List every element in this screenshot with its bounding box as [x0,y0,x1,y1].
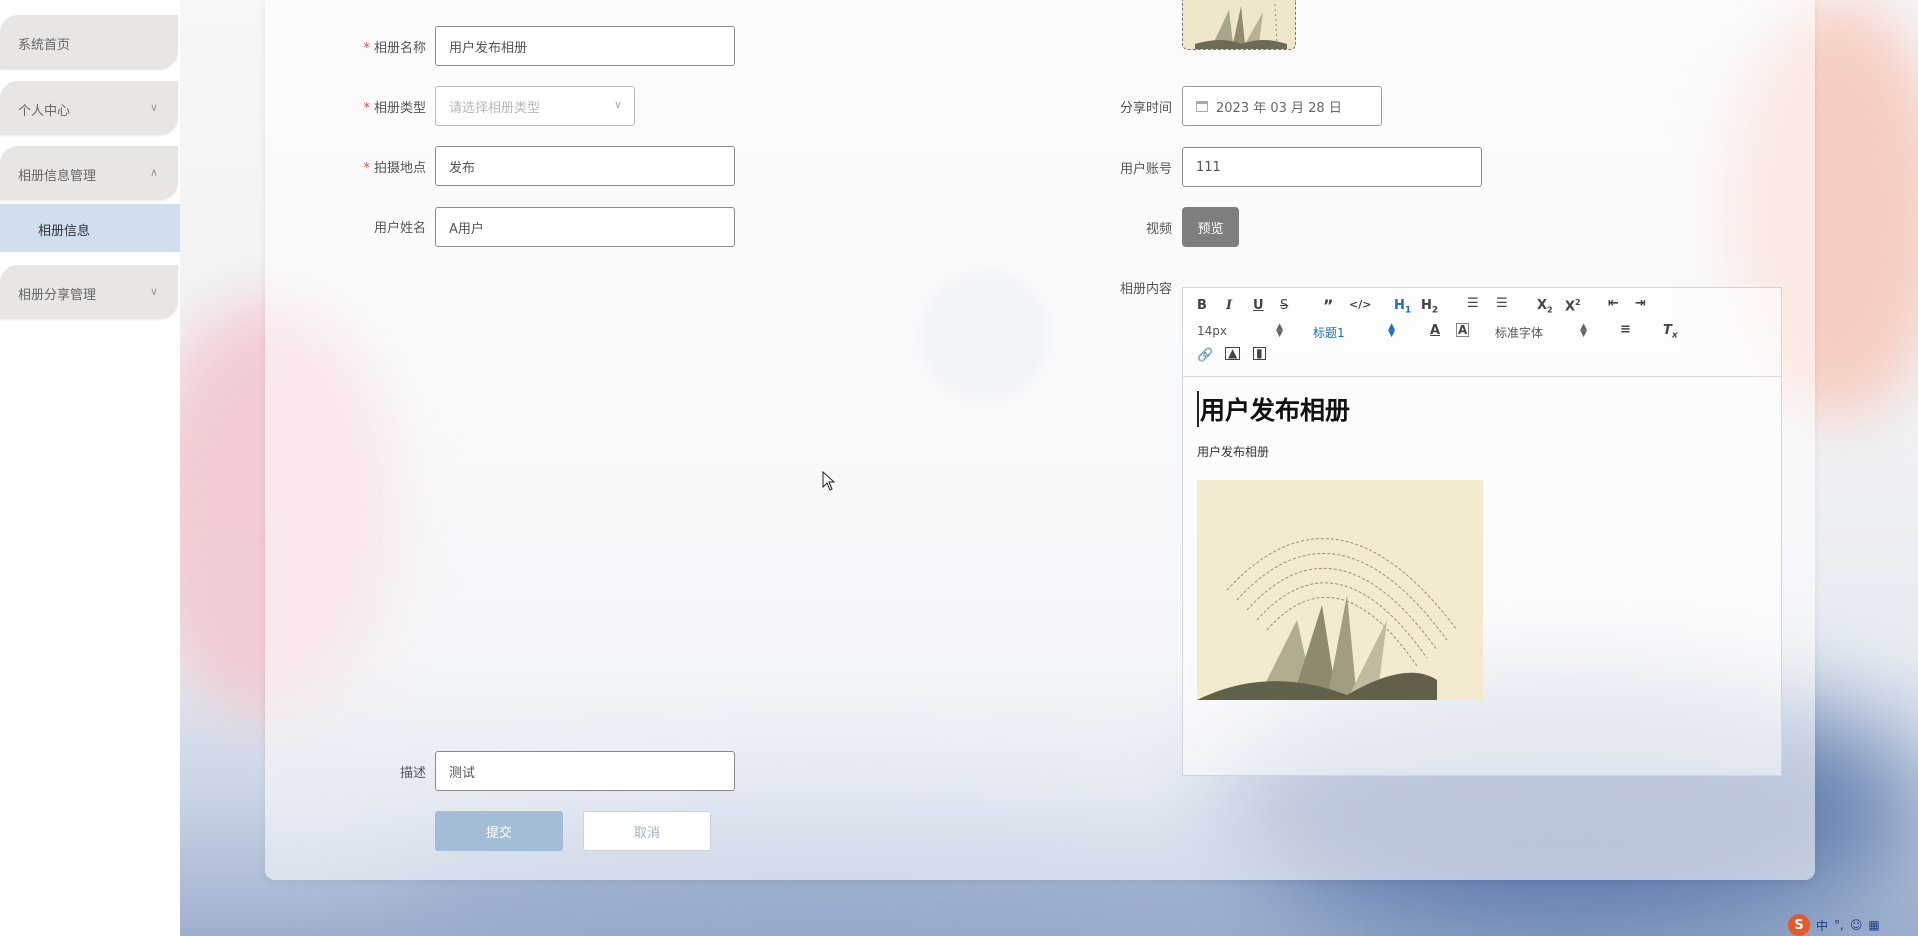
sidebar-subitem-album-info[interactable]: 相册信息 [0,204,180,252]
album-type-select[interactable]: 请选择相册类型 ∨ [435,86,635,126]
text-color-icon[interactable]: A [1430,323,1440,338]
sidebar-item-personal-center[interactable]: 个人中心 ∨ [0,81,178,135]
share-time-date-picker[interactable]: 2023 年 03 月 28 日 [1182,86,1382,126]
editor-content-paragraph[interactable]: 用户发布相册 [1197,443,1269,460]
album-cover-thumbnail[interactable] [1182,0,1296,50]
open-book-image [1183,0,1295,49]
chevron-down-icon: ∨ [149,101,158,114]
bullet-list-icon[interactable]: ☰ [1496,296,1508,311]
sidebar-item-label: 个人中心 [18,104,71,119]
ordered-list-icon[interactable]: ☰ [1467,296,1479,311]
editor-content-image[interactable] [1197,480,1483,700]
editor-toolbar: B I U S ” </> H1 H2 ☰ ☰ X2 X2 ⇤ ⇥ 14px ▲ ▼… [1183,288,1781,377]
sogou-ime-icon[interactable]: S [1788,914,1810,936]
background-color-icon[interactable]: A [1456,323,1470,337]
cancel-button[interactable]: 取消 [583,811,711,851]
description-input[interactable]: 测试 [435,751,735,791]
user-name-input[interactable]: A用户 [435,207,735,247]
subscript-icon[interactable]: X2 [1537,298,1553,315]
mouse-cursor-icon [822,471,836,491]
font-size-select[interactable]: 14px ▲ ▼ [1197,323,1283,339]
sidebar-item-label: 相册分享管理 [18,288,97,303]
share-time-label: 分享时间 [1119,101,1172,116]
video-label: 视频 [1145,222,1172,237]
strike-icon[interactable]: S [1280,298,1288,313]
calendar-icon [1196,100,1208,112]
location-label: * 拍摄地点 [363,161,426,176]
punctuation-icon[interactable]: °, [1834,918,1844,932]
sidebar-subitem-label: 相册信息 [38,224,91,239]
system-tray: S 中 °, ☺ ▦ [1788,914,1918,936]
album-name-input[interactable]: 用户发布相册 [435,26,735,66]
quote-icon[interactable]: ” [1323,296,1334,315]
chevron-up-icon: ∧ [149,166,158,179]
sidebar: 系统首页 个人中心 ∨ 相册信息管理 ∧ 相册信息 相册分享管理 ∨ [0,0,180,936]
user-name-label: 用户姓名 [373,221,426,236]
editor-content-heading[interactable]: 用户发布相册 [1197,391,1350,427]
album-type-label: * 相册类型 [363,101,426,116]
emoji-icon[interactable]: ☺ [1850,918,1863,932]
image-icon[interactable]: ▲ [1225,347,1241,360]
album-content-label: 相册内容 [1119,282,1172,297]
user-account-input[interactable]: 111 [1182,147,1482,187]
indent-icon[interactable]: ⇥ [1635,296,1646,311]
sidebar-item-share-management[interactable]: 相册分享管理 ∨ [0,265,178,319]
sidebar-item-home[interactable]: 系统首页 [0,15,178,69]
rich-text-editor[interactable]: B I U S ” </> H1 H2 ☰ ☰ X2 X2 ⇤ ⇥ 14px ▲ ▼… [1182,287,1782,776]
align-icon[interactable]: ≡ [1620,322,1631,337]
outdent-icon[interactable]: ⇤ [1608,296,1619,311]
location-input[interactable]: 发布 [435,146,735,186]
keyboard-icon[interactable]: ▦ [1868,918,1879,932]
video-icon[interactable]: ▮ [1253,347,1266,360]
italic-icon[interactable]: I [1226,298,1232,313]
font-family-select[interactable]: 标准字体 ▲ ▼ [1495,323,1587,341]
bold-icon[interactable]: B [1197,298,1207,313]
video-preview-button[interactable]: 预览 [1182,207,1239,247]
open-book-image [1197,480,1483,700]
superscript-icon[interactable]: X2 [1565,298,1581,314]
chevron-down-icon: ∨ [149,285,158,298]
chevron-down-icon: ∨ [613,98,622,111]
link-icon[interactable]: 🔗 [1197,348,1213,363]
sidebar-item-label: 系统首页 [18,38,71,53]
ime-mode-indicator[interactable]: 中 [1816,917,1828,934]
submit-button[interactable]: 提交 [435,811,563,851]
sidebar-item-label: 相册信息管理 [18,169,97,184]
underline-icon[interactable]: U [1253,298,1264,313]
user-account-label: 用户账号 [1119,162,1172,177]
description-label: 描述 [399,766,426,781]
h2-icon[interactable]: H2 [1421,298,1438,316]
album-name-label: * 相册名称 [363,41,426,56]
h1-icon[interactable]: H1 [1394,298,1411,316]
code-icon[interactable]: </> [1349,298,1371,311]
heading-select[interactable]: 标题1 ▲ ▼ [1313,323,1395,341]
sidebar-item-album-management[interactable]: 相册信息管理 ∧ [0,146,178,200]
clear-format-icon[interactable]: Tx [1663,323,1678,341]
